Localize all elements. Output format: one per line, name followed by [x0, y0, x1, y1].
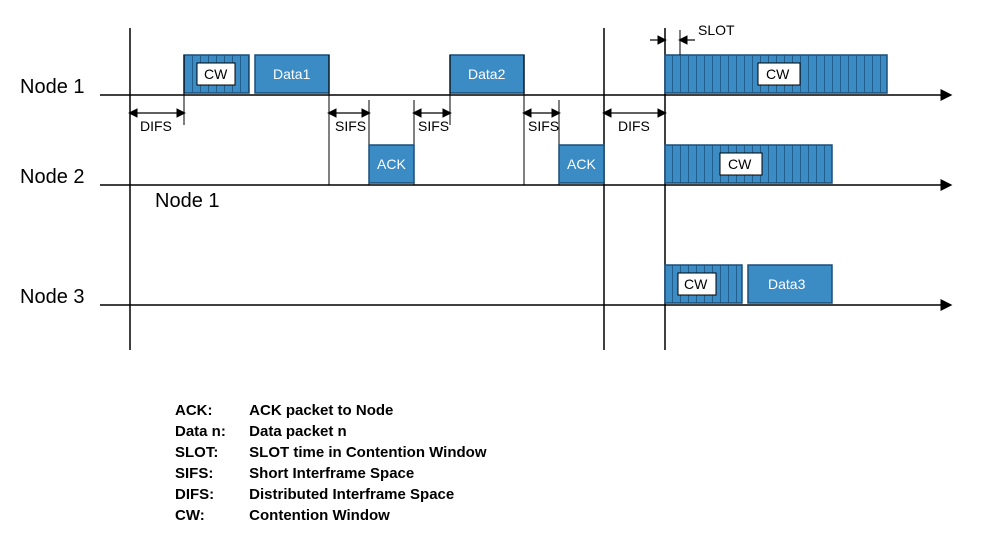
text-cw3: CW: [728, 156, 751, 172]
text-data1: Data1: [273, 66, 310, 82]
text-data2: Data2: [468, 66, 505, 82]
lane-label-node3: Node 3: [20, 286, 85, 309]
text-cw4: CW: [684, 276, 707, 292]
text-cw2: CW: [766, 66, 789, 82]
legend-cw-k: CW:: [175, 505, 245, 526]
lane-label-node1: Node 1: [20, 76, 85, 99]
legend-ack-k: ACK:: [175, 400, 245, 421]
difs-1: [130, 55, 184, 125]
label-sifs3: SIFS: [528, 118, 559, 134]
legend-ack-v: ACK packet to Node: [249, 402, 393, 419]
label-difs2: DIFS: [618, 118, 650, 134]
text-ack1: ACK: [377, 156, 406, 172]
lane-label-node2: Node 2: [20, 166, 85, 189]
legend-data-k: Data n:: [175, 421, 245, 442]
sub-label-node1: Node 1: [155, 190, 220, 213]
label-slot: SLOT: [698, 22, 735, 38]
text-cw: CW: [204, 66, 227, 82]
legend-slot-v: SLOT time in Contention Window: [249, 444, 486, 461]
text-ack2: ACK: [567, 156, 596, 172]
legend-cw-v: Contention Window: [249, 507, 390, 524]
label-sifs2: SIFS: [418, 118, 449, 134]
legend-data-v: Data packet n: [249, 423, 347, 440]
legend-slot-k: SLOT:: [175, 442, 245, 463]
legend-sifs-k: SIFS:: [175, 463, 245, 484]
label-sifs1: SIFS: [335, 118, 366, 134]
legend: ACK: ACK packet to Node Data n: Data pac…: [175, 400, 487, 526]
legend-sifs-v: Short Interframe Space: [249, 465, 414, 482]
legend-difs-v: Distributed Interframe Space: [249, 486, 454, 503]
legend-difs-k: DIFS:: [175, 484, 245, 505]
slot-marker: [650, 30, 695, 55]
text-data3: Data3: [768, 276, 805, 292]
label-difs1: DIFS: [140, 118, 172, 134]
